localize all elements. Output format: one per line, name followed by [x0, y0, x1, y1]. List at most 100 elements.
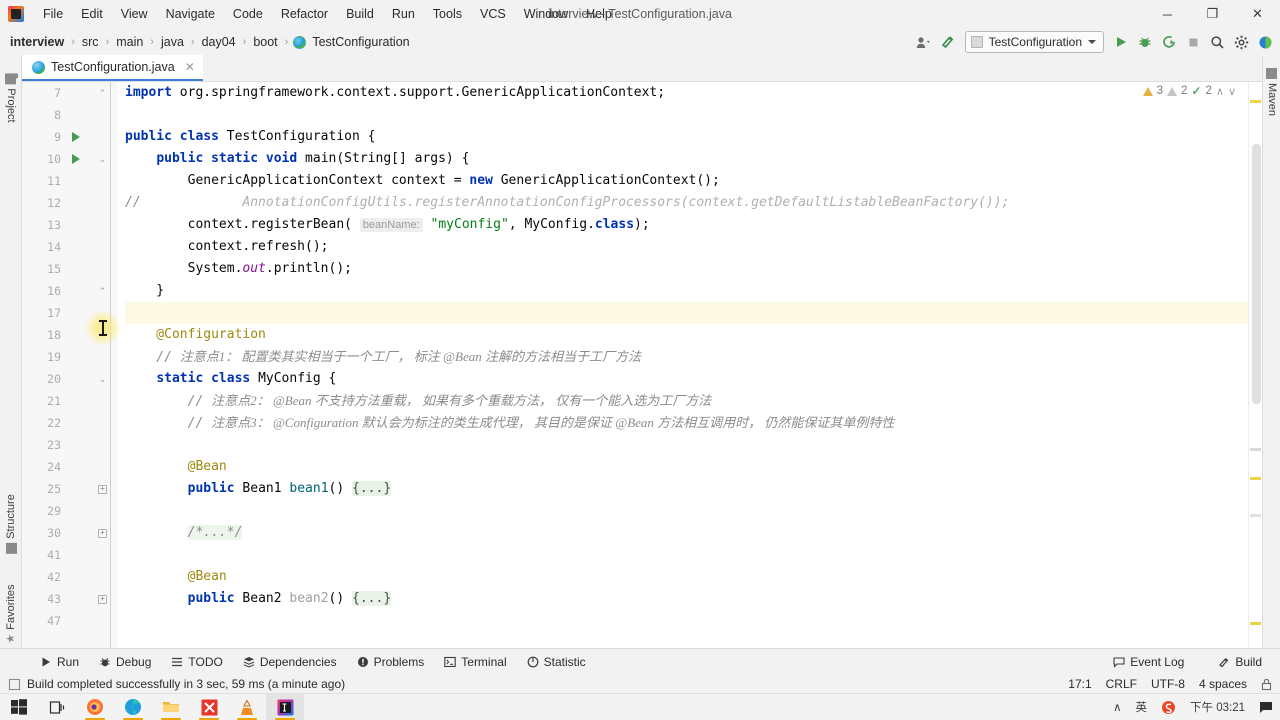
menu-run[interactable]: Run: [383, 3, 424, 25]
gutter-line[interactable]: 20 ⌄: [22, 368, 117, 390]
marker-info[interactable]: [1250, 514, 1261, 517]
tool-button-run[interactable]: Run: [30, 652, 89, 672]
gutter-line[interactable]: 11: [22, 170, 117, 192]
code-line[interactable]: [125, 434, 1248, 456]
tool-button-build[interactable]: Build: [1208, 652, 1272, 672]
minimize-button[interactable]: ─: [1145, 0, 1190, 28]
gutter-line[interactable]: 16 ⌃: [22, 280, 117, 302]
code-line[interactable]: static class MyConfig {: [125, 368, 1248, 390]
gutter-line[interactable]: 9: [22, 126, 117, 148]
editor-gutter[interactable]: 7 ⌃ 8 9 10 ⌄ 11 12 13 14 15 16 ⌃ 17 18 19 20 ⌄ 21 22 23 24 25 +…: [22, 82, 117, 648]
code-line[interactable]: @Bean: [125, 456, 1248, 478]
code-line[interactable]: public class TestConfiguration {: [125, 126, 1248, 148]
gutter-line[interactable]: 15: [22, 258, 117, 280]
menu-edit[interactable]: Edit: [72, 3, 112, 25]
debug-button[interactable]: [1134, 31, 1156, 53]
code-line[interactable]: public static void main(String[] args) {: [125, 148, 1248, 170]
code-line[interactable]: // AnnotationConfigUtils.registerAnnotat…: [125, 192, 1248, 214]
line-separator[interactable]: CRLF: [1106, 677, 1137, 691]
menu-tools[interactable]: Tools: [424, 3, 471, 25]
tool-button-todo[interactable]: TODO: [161, 652, 232, 672]
gutter-line[interactable]: 12: [22, 192, 117, 214]
read-only-lock-icon[interactable]: [1261, 678, 1272, 691]
code-line[interactable]: context.refresh();: [125, 236, 1248, 258]
gutter-line[interactable]: 13: [22, 214, 117, 236]
close-button[interactable]: ✕: [1235, 0, 1280, 28]
fold-marker-arrow-open[interactable]: ⌄: [98, 155, 107, 164]
file-encoding[interactable]: UTF-8: [1151, 677, 1185, 691]
breadcrumb-item-main[interactable]: main: [114, 35, 145, 49]
breadcrumb-item-src[interactable]: src: [80, 35, 101, 49]
notifications-icon[interactable]: [1252, 694, 1280, 720]
menu-view[interactable]: View: [112, 3, 157, 25]
gutter-line[interactable]: 23: [22, 434, 117, 456]
code-line[interactable]: /*...*/: [125, 522, 1248, 544]
code-line[interactable]: GenericApplicationContext context = new …: [125, 170, 1248, 192]
sogou-input-icon[interactable]: [1154, 694, 1183, 720]
marker-info[interactable]: [1250, 448, 1261, 451]
fold-marker-plus[interactable]: +: [98, 528, 107, 538]
inspection-widget[interactable]: 3 2 ✓ 2 ∧ ∨: [1142, 84, 1236, 98]
breadcrumb-item-java[interactable]: java: [159, 35, 186, 49]
code-line[interactable]: [125, 544, 1248, 566]
menu-build[interactable]: Build: [337, 3, 383, 25]
code-line[interactable]: [125, 104, 1248, 126]
marker-warning[interactable]: [1250, 622, 1261, 625]
code-line[interactable]: // 注意点2： @Bean 不支持方法重载， 如果有多个重载方法， 仅有一个能…: [125, 390, 1248, 412]
menu-window[interactable]: Window: [515, 3, 577, 25]
gutter-run-icon[interactable]: [72, 132, 80, 142]
edge-taskbar-icon[interactable]: [114, 694, 152, 720]
code-line[interactable]: public Bean1 bean1() {...}: [125, 478, 1248, 500]
account-button[interactable]: [913, 31, 935, 53]
next-highlight-icon[interactable]: ∨: [1228, 85, 1236, 98]
gutter-line[interactable]: 41: [22, 544, 117, 566]
code-line[interactable]: @Configuration: [125, 324, 1248, 346]
gutter-line[interactable]: 7 ⌃: [22, 82, 117, 104]
run-button[interactable]: [1110, 31, 1132, 53]
editor-scrollbar[interactable]: [1248, 82, 1262, 648]
fold-marker-plus[interactable]: +: [98, 594, 107, 604]
vlc-taskbar-icon[interactable]: [228, 694, 266, 720]
scrollbar-thumb[interactable]: [1252, 144, 1261, 404]
gutter-line[interactable]: 10 ⌄: [22, 148, 117, 170]
sidebar-item-favorites[interactable]: ★ Favorites: [4, 584, 17, 643]
gutter-run-icon[interactable]: [72, 154, 80, 164]
gutter-line[interactable]: 19: [22, 346, 117, 368]
code-line[interactable]: // 注意点1： 配置类其实相当于一个工厂， 标注 @Bean 注解的方法相当于…: [125, 346, 1248, 368]
show-hidden-icons-button[interactable]: ∧: [1106, 694, 1128, 720]
gutter-line[interactable]: 47: [22, 610, 117, 632]
code-line[interactable]: context.registerBean( beanName: "myConfi…: [125, 214, 1248, 236]
gutter-line[interactable]: 21: [22, 390, 117, 412]
code-line[interactable]: System.out.println();: [125, 258, 1248, 280]
code-line[interactable]: [125, 500, 1248, 522]
gutter-line[interactable]: 8: [22, 104, 117, 126]
tool-button-event-log[interactable]: Event Log: [1103, 652, 1194, 672]
code-line[interactable]: }: [125, 280, 1248, 302]
breadcrumb-item-class[interactable]: TestConfiguration: [310, 35, 411, 49]
gutter-line[interactable]: 14: [22, 236, 117, 258]
fold-marker-arrow-open[interactable]: ⌄: [98, 375, 107, 384]
gutter-line[interactable]: 42: [22, 566, 117, 588]
menu-code[interactable]: Code: [224, 3, 272, 25]
close-icon[interactable]: ✕: [185, 60, 195, 74]
tool-button-terminal[interactable]: Terminal: [434, 652, 516, 672]
gutter-line[interactable]: 43 +: [22, 588, 117, 610]
menu-help[interactable]: Help: [577, 3, 621, 25]
menu-file[interactable]: File: [34, 3, 72, 25]
run-configuration-selector[interactable]: TestConfiguration: [964, 31, 1104, 53]
breadcrumb-item-day04[interactable]: day04: [200, 35, 238, 49]
code-line[interactable]: import org.springframework.context.suppo…: [125, 82, 1248, 104]
ime-indicator[interactable]: 英: [1129, 694, 1155, 720]
start-windows-button[interactable]: [0, 694, 38, 720]
tool-button-debug[interactable]: Debug: [89, 652, 161, 672]
settings-gear-button[interactable]: [1230, 31, 1252, 53]
firefox-taskbar-icon[interactable]: [76, 694, 114, 720]
file-explorer-taskbar-icon[interactable]: [152, 694, 190, 720]
editor-tab-testconfiguration[interactable]: TestConfiguration.java ✕: [22, 55, 203, 81]
search-everywhere-button[interactable]: [1206, 31, 1228, 53]
updates-icon[interactable]: [1254, 31, 1276, 53]
menu-refactor[interactable]: Refactor: [272, 3, 337, 25]
fold-marker-plus[interactable]: +: [98, 484, 107, 494]
fold-marker-arrow-close[interactable]: ⌃: [98, 287, 107, 296]
code-line[interactable]: // 注意点3： @Configuration 默认会为标注的类生成代理， 其目…: [125, 412, 1248, 434]
